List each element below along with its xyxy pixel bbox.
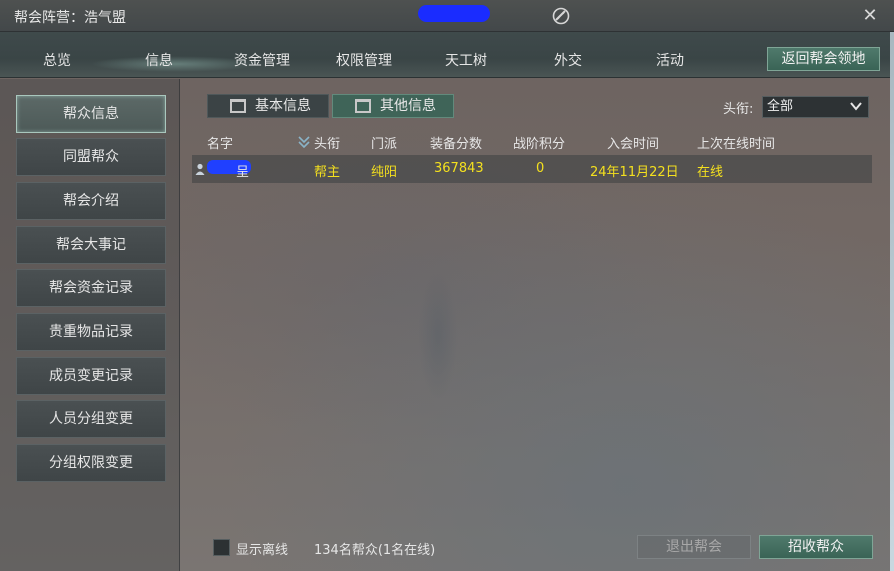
window-title: 帮会阵营：浩气盟 bbox=[14, 10, 126, 26]
nav-funds[interactable]: 资金管理 bbox=[234, 50, 290, 70]
member-count: 134名帮众(1名在线) bbox=[314, 543, 436, 558]
sidebar-item-valuables-log[interactable]: 贵重物品记录 bbox=[16, 313, 166, 351]
nav-tech-tree[interactable]: 天工树 bbox=[445, 50, 487, 70]
faction-emblem-icon bbox=[552, 7, 570, 25]
main-nav: 总览 信息 资金管理 权限管理 天工树 外交 活动 返回帮会领地 bbox=[0, 32, 894, 78]
sidebar-item-group-permission-change[interactable]: 分组权限变更 bbox=[16, 444, 166, 482]
column-header-school[interactable]: 门派 bbox=[371, 133, 397, 152]
nav-overview[interactable]: 总览 bbox=[43, 50, 71, 70]
table-row[interactable] bbox=[192, 155, 872, 183]
return-to-territory-button[interactable]: 返回帮会领地 bbox=[767, 47, 880, 71]
sidebar-item-group-change[interactable]: 人员分组变更 bbox=[16, 400, 166, 438]
sidebar-item-guild-intro[interactable]: 帮会介绍 bbox=[16, 182, 166, 220]
document-icon bbox=[230, 99, 246, 113]
sidebar-item-fund-log[interactable]: 帮会资金记录 bbox=[16, 269, 166, 307]
sidebar-item-member-change-log[interactable]: 成员变更记录 bbox=[16, 357, 166, 395]
sidebar-item-guild-events[interactable]: 帮会大事记 bbox=[16, 226, 166, 264]
tab-other-info-label: 其他信息 bbox=[380, 98, 436, 114]
column-header-last-online[interactable]: 上次在线时间 bbox=[697, 133, 775, 152]
column-header-name[interactable]: 名字 bbox=[207, 133, 233, 152]
tab-basic-info-label: 基本信息 bbox=[255, 98, 311, 114]
close-icon: ✕ bbox=[862, 5, 878, 26]
member-name-tail: 呈 bbox=[236, 165, 250, 180]
window-edge bbox=[890, 32, 894, 571]
show-offline-checkbox[interactable] bbox=[213, 539, 230, 556]
nav-info[interactable]: 信息 bbox=[145, 50, 173, 70]
tab-basic-info[interactable]: 基本信息 bbox=[207, 94, 329, 118]
nav-permissions[interactable]: 权限管理 bbox=[336, 50, 392, 70]
sidebar-item-alliance-members[interactable]: 同盟帮众 bbox=[16, 138, 166, 176]
redacted-guild-name bbox=[418, 5, 490, 22]
rank-filter-select[interactable]: 全部 bbox=[762, 96, 869, 118]
member-join-date: 24年11月22日 bbox=[590, 165, 679, 180]
member-icon bbox=[195, 163, 205, 175]
guild-window: 帮会阵营：浩气盟 ✕ 总览 信息 资金管理 权限管理 天工树 外交 活动 返回帮… bbox=[0, 0, 894, 571]
column-header-rank-points[interactable]: 战阶积分 bbox=[513, 133, 565, 152]
document-icon bbox=[355, 99, 371, 113]
column-header-join-date[interactable]: 入会时间 bbox=[607, 133, 659, 152]
member-rank-points: 0 bbox=[536, 161, 545, 176]
quit-guild-button[interactable]: 退出帮会 bbox=[637, 535, 751, 559]
recruit-members-button[interactable]: 招收帮众 bbox=[759, 535, 873, 559]
nav-activities[interactable]: 活动 bbox=[656, 50, 684, 70]
background-figure bbox=[418, 270, 458, 400]
column-header-gear-score[interactable]: 装备分数 bbox=[430, 133, 482, 152]
column-header-title[interactable]: 头衔 bbox=[314, 133, 340, 152]
show-offline-label: 显示离线 bbox=[236, 543, 289, 558]
member-last-online: 在线 bbox=[697, 165, 724, 180]
tab-other-info[interactable]: 其他信息 bbox=[332, 94, 454, 118]
member-title: 帮主 bbox=[314, 165, 341, 180]
title-bar: 帮会阵营：浩气盟 ✕ bbox=[0, 0, 894, 32]
sidebar-item-members[interactable]: 帮众信息 bbox=[16, 95, 166, 133]
member-school: 纯阳 bbox=[371, 165, 398, 180]
rank-filter-value: 全部 bbox=[767, 99, 794, 114]
sort-descending-icon[interactable] bbox=[298, 136, 310, 148]
chevron-down-icon bbox=[850, 102, 862, 111]
member-gear-score: 367843 bbox=[434, 161, 484, 176]
nav-diplomacy[interactable]: 外交 bbox=[554, 50, 582, 70]
rank-filter-label: 头衔: bbox=[723, 102, 754, 117]
close-button[interactable]: ✕ bbox=[860, 6, 880, 26]
